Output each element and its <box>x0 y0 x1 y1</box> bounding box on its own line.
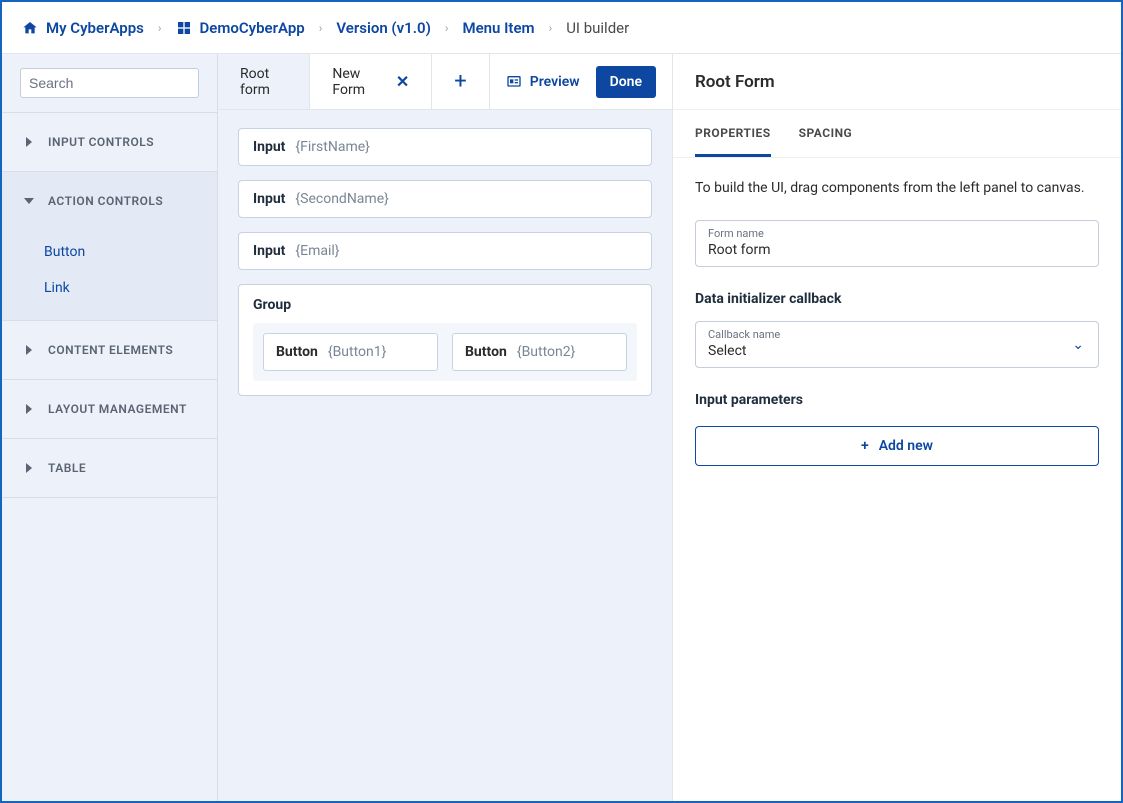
search-input-wrap[interactable] <box>20 68 199 98</box>
component-kind: Button <box>465 344 507 360</box>
breadcrumb-label: UI builder <box>566 19 629 37</box>
callback-section-label: Data initializer callback <box>695 291 1099 307</box>
chevron-right-icon <box>24 345 34 355</box>
sidebar-category-label: LAYOUT MANAGEMENT <box>48 402 187 416</box>
plus-icon: + <box>454 69 466 94</box>
done-button[interactable]: Done <box>596 66 656 98</box>
sidebar-category-label: CONTENT ELEMENTS <box>48 343 173 357</box>
properties-tabs: PROPERTIES SPACING <box>673 110 1121 158</box>
chevron-down-icon <box>24 196 34 206</box>
close-icon[interactable]: ✕ <box>396 72 409 91</box>
chevron-down-icon: ⌄ <box>1072 337 1084 353</box>
search-input[interactable] <box>29 75 210 91</box>
component-name: {Email} <box>295 243 339 259</box>
home-icon <box>22 20 38 36</box>
form-tabs: Root form New Form ✕ + Preview Done <box>218 54 672 110</box>
sidebar-category-header[interactable]: CONTENT ELEMENTS <box>2 321 217 379</box>
breadcrumb-menu-item[interactable]: Menu Item <box>462 19 534 37</box>
component-name: {Button1} <box>328 344 387 360</box>
chevron-right-icon <box>24 137 34 147</box>
sidebar-item-link[interactable]: Link <box>2 270 217 306</box>
component-kind: Input <box>253 243 285 259</box>
apps-icon <box>176 20 192 36</box>
callback-field-value: Select <box>708 343 1086 359</box>
sidebar-category-label: INPUT CONTROLS <box>48 135 154 149</box>
plus-icon: + <box>861 438 869 454</box>
center-panel: Root form New Form ✕ + Preview Done Inpu… <box>218 54 672 801</box>
tab-root-form[interactable]: Root form <box>218 54 310 109</box>
add-new-label: Add new <box>879 438 933 454</box>
breadcrumb-demo-app[interactable]: DemoCyberApp <box>176 19 305 37</box>
sidebar-category-label: TABLE <box>48 461 86 475</box>
sidebar-category-input-controls: INPUT CONTROLS <box>2 112 217 171</box>
sidebar: INPUT CONTROLS ACTION CONTROLS Button Li… <box>2 54 218 801</box>
callback-field-label: Callback name <box>708 328 1086 341</box>
component-name: {SecondName} <box>295 191 388 207</box>
component-kind: Input <box>253 139 285 155</box>
preview-label: Preview <box>530 74 580 90</box>
preview-button[interactable]: Preview <box>506 74 580 90</box>
input-params-label: Input parameters <box>695 392 1099 408</box>
breadcrumb-label: DemoCyberApp <box>200 19 305 37</box>
preview-icon <box>506 74 522 90</box>
sidebar-category-header[interactable]: ACTION CONTROLS <box>2 172 217 230</box>
component-kind: Button <box>276 344 318 360</box>
helper-text: To build the UI, drag components from th… <box>695 180 1099 196</box>
chevron-right-icon: › <box>158 21 162 35</box>
canvas-group[interactable]: Group Button {Button1} Button {Button2} <box>238 284 652 396</box>
form-name-value: Root form <box>708 242 1086 258</box>
properties-panel: Root Form PROPERTIES SPACING To build th… <box>672 54 1121 801</box>
sidebar-item-button[interactable]: Button <box>2 234 217 270</box>
sidebar-category-layout-management: LAYOUT MANAGEMENT <box>2 379 217 438</box>
tab-properties[interactable]: PROPERTIES <box>695 110 771 157</box>
breadcrumb: My CyberApps › DemoCyberApp › Version (v… <box>2 2 1121 54</box>
tab-add[interactable]: + <box>432 54 489 109</box>
form-name-label: Form name <box>708 227 1086 240</box>
component-kind: Input <box>253 191 285 207</box>
chevron-right-icon: › <box>445 21 449 35</box>
component-name: {Button2} <box>517 344 576 360</box>
tab-spacing[interactable]: SPACING <box>799 110 853 157</box>
tab-label: Root form <box>240 66 287 98</box>
canvas-input-secondname[interactable]: Input {SecondName} <box>238 180 652 218</box>
chevron-right-icon: › <box>319 21 323 35</box>
sidebar-category-label: ACTION CONTROLS <box>48 194 163 208</box>
form-name-field[interactable]: Form name Root form <box>695 220 1099 267</box>
sidebar-category-table: TABLE <box>2 438 217 498</box>
tab-new-form[interactable]: New Form ✕ <box>310 54 432 109</box>
group-title: Group <box>253 297 637 313</box>
sidebar-category-header[interactable]: LAYOUT MANAGEMENT <box>2 380 217 438</box>
canvas-input-firstname[interactable]: Input {FirstName} <box>238 128 652 166</box>
chevron-right-icon: › <box>549 21 553 35</box>
breadcrumb-current: UI builder <box>566 19 629 37</box>
canvas-input-email[interactable]: Input {Email} <box>238 232 652 270</box>
breadcrumb-label: Menu Item <box>462 19 534 37</box>
breadcrumb-version[interactable]: Version (v1.0) <box>336 19 430 37</box>
sidebar-category-header[interactable]: TABLE <box>2 439 217 497</box>
properties-title: Root Form <box>673 54 1121 110</box>
sidebar-category-action-controls: ACTION CONTROLS Button Link <box>2 171 217 320</box>
sidebar-category-content-elements: CONTENT ELEMENTS <box>2 320 217 379</box>
sidebar-category-header[interactable]: INPUT CONTROLS <box>2 113 217 171</box>
callback-select[interactable]: Callback name Select ⌄ <box>695 321 1099 368</box>
canvas-button-1[interactable]: Button {Button1} <box>263 333 438 371</box>
tab-label: New Form <box>332 66 371 98</box>
chevron-right-icon <box>24 404 34 414</box>
add-new-button[interactable]: + Add new <box>695 426 1099 466</box>
breadcrumb-label: My CyberApps <box>46 19 144 37</box>
chevron-right-icon <box>24 463 34 473</box>
breadcrumb-label: Version (v1.0) <box>336 19 430 37</box>
canvas-button-2[interactable]: Button {Button2} <box>452 333 627 371</box>
breadcrumb-my-cyberapps[interactable]: My CyberApps <box>22 19 144 37</box>
canvas[interactable]: Input {FirstName} Input {SecondName} Inp… <box>218 110 672 801</box>
component-name: {FirstName} <box>295 139 369 155</box>
